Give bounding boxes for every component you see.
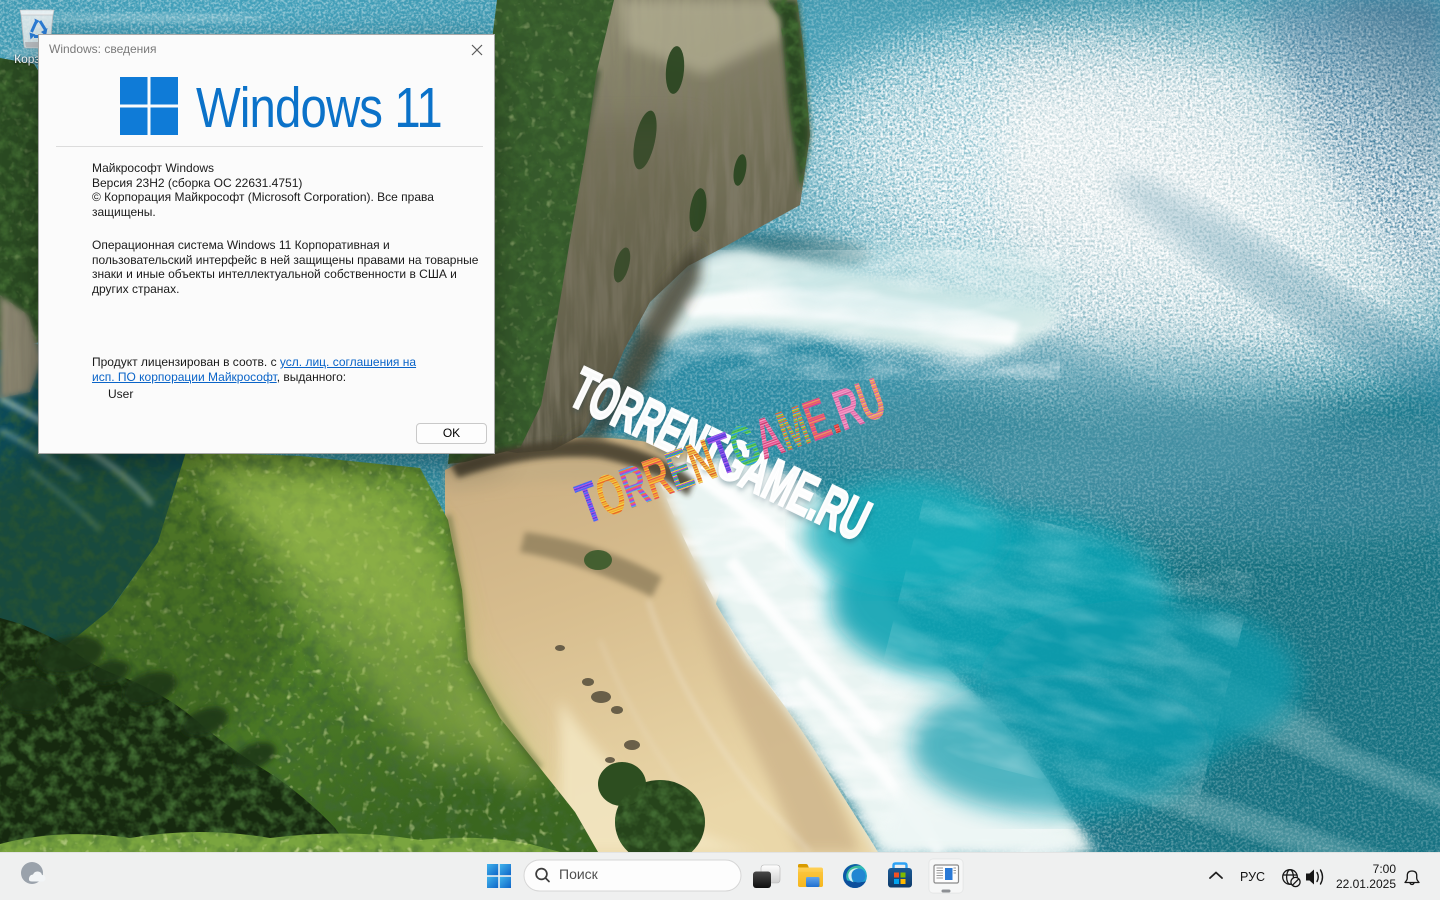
svg-text:22.01.2025: 22.01.2025 — [1336, 877, 1396, 891]
svg-text:7:00: 7:00 — [1373, 862, 1397, 876]
svg-text:Поиск: Поиск — [559, 866, 599, 882]
svg-text:РУС: РУС — [1240, 870, 1265, 884]
